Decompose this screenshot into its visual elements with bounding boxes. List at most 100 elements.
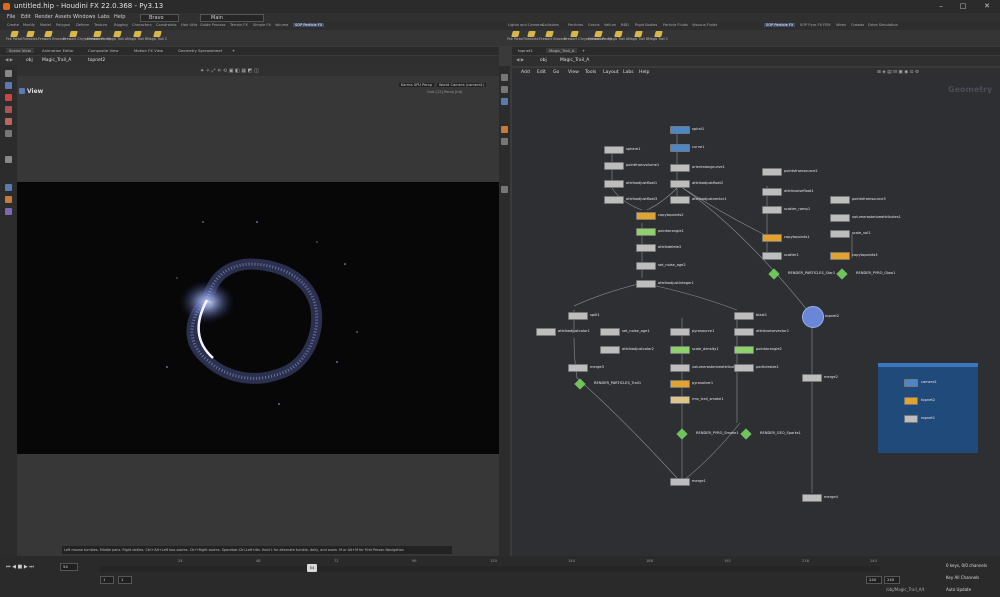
tab-motion-fx-view[interactable]: Motion FX View: [134, 48, 163, 53]
timeline-track[interactable]: 54: [100, 564, 880, 572]
menu-file[interactable]: File: [7, 14, 15, 20]
pointsfromsource3-node[interactable]: [830, 196, 850, 204]
magic-trail-a-tool[interactable]: Magic Trail A: [107, 31, 127, 45]
scale_vol1-node[interactable]: [830, 230, 850, 238]
add-tab-button[interactable]: +: [232, 48, 235, 53]
menu-help[interactable]: Help: [114, 14, 125, 20]
magic-trail-b-tool[interactable]: Magic Trail B: [628, 31, 648, 45]
view-icon[interactable]: [5, 82, 12, 89]
shelf-tab[interactable]: Volume: [275, 23, 288, 27]
rotate-icon[interactable]: [5, 118, 12, 125]
camera1-node[interactable]: [904, 379, 918, 387]
engine-dropdown[interactable]: Bravo: [140, 14, 179, 22]
shelf-tab[interactable]: Create: [7, 23, 19, 27]
shelf-tab[interactable]: Deform: [76, 23, 89, 27]
magic-trail-b-tool[interactable]: Magic Trail B: [127, 31, 147, 45]
attribadjustfloat2-node[interactable]: [670, 180, 690, 188]
firework-chrysanthemum-tool[interactable]: Firework Chrysanthemum: [564, 31, 605, 45]
scale-icon[interactable]: [5, 130, 12, 137]
breadcrumb-obj[interactable]: obj: [26, 58, 33, 63]
shelf-tab[interactable]: Crowds: [851, 23, 864, 27]
network-box[interactable]: camera1 topnet2 ropnet1: [878, 363, 978, 453]
shelf-tab[interactable]: Texture: [94, 23, 107, 27]
set_noise_age2-node[interactable]: [636, 262, 656, 270]
shelf-tab[interactable]: Drive Simulation: [868, 23, 898, 27]
attribadjustvector1-node[interactable]: [670, 196, 690, 204]
attribadjustfloat1-node[interactable]: [604, 180, 624, 188]
magnet-icon[interactable]: [5, 156, 12, 163]
firework-brocade-tool[interactable]: Firework Brocade: [539, 31, 566, 45]
firework-peony-tool[interactable]: Firework Peony: [87, 31, 111, 45]
sphere1-node[interactable]: [604, 146, 624, 154]
spiral1-node[interactable]: [670, 126, 690, 134]
display-option-icon[interactable]: [501, 126, 508, 133]
current-frame-field[interactable]: 54: [60, 563, 78, 571]
set_noise_age1-node[interactable]: [600, 328, 620, 336]
display-option-icon[interactable]: [501, 186, 508, 193]
pointwrangle2-node[interactable]: [734, 346, 754, 354]
playback-controls[interactable]: ⏮ ◀ ■ ▶ ⏭: [6, 564, 34, 570]
camera-dropdown[interactable]: World Camera (camera1): [437, 83, 487, 87]
menu-edit[interactable]: Edit: [21, 14, 31, 20]
pointfromvolume1-node[interactable]: [604, 162, 624, 170]
pyrosource1-node[interactable]: [670, 328, 690, 336]
shelf-tab[interactable]: Modify: [23, 23, 35, 27]
shelf-tab[interactable]: Polygon: [56, 23, 70, 27]
shelf-tab[interactable]: Particles: [568, 23, 583, 27]
shelf-tab[interactable]: Terrain FX: [230, 23, 248, 27]
net-menu-layout[interactable]: Layout: [603, 70, 619, 75]
desktop-dropdown[interactable]: Main: [200, 14, 264, 22]
pose-icon[interactable]: [5, 196, 12, 203]
merge1-node[interactable]: [670, 478, 690, 486]
breadcrumb-magic-trail[interactable]: Magic_Trail_A: [42, 58, 71, 63]
shelf-tab[interactable]: Model: [40, 23, 51, 27]
shelf-tab[interactable]: Collisions: [542, 23, 559, 27]
curve1-node[interactable]: [670, 144, 690, 152]
orientalongcurve1-node[interactable]: [670, 164, 690, 172]
back-arrow-icon[interactable]: ◀ ▶: [516, 58, 524, 63]
snap-icon[interactable]: [5, 184, 12, 191]
net-menu-tools[interactable]: Tools: [585, 70, 596, 75]
attribadjustfloat3-node[interactable]: [604, 196, 624, 204]
scale_density1-node[interactable]: [670, 346, 690, 354]
blast1-node[interactable]: [734, 312, 754, 320]
pointsfromsource2-node[interactable]: [762, 168, 782, 176]
shelf-tab[interactable]: Rigging: [114, 23, 128, 27]
shelf-tab[interactable]: SOP Pyro FX: [800, 23, 822, 27]
shelf-tab[interactable]: Particle Fluids: [663, 23, 688, 27]
tab-magic-trail-a[interactable]: Magic_Trail_A: [546, 48, 578, 53]
close-button[interactable]: ✕: [976, 0, 998, 13]
breadcrumb-obj[interactable]: obj: [540, 58, 547, 63]
split1-node[interactable]: [568, 312, 588, 320]
topnet2-node[interactable]: [802, 306, 824, 328]
shelf-tab[interactable]: Hair Utils: [181, 23, 197, 27]
firework-brocade-tool[interactable]: Firework Brocade: [38, 31, 65, 45]
auto-update[interactable]: Auto Update: [946, 587, 971, 592]
attribadjustinteger1-node[interactable]: [636, 280, 656, 288]
copytopoints1-node[interactable]: [762, 234, 782, 242]
pyrosolver1-node[interactable]: [670, 380, 690, 388]
net-menu-add[interactable]: Add: [521, 70, 530, 75]
handle-icon[interactable]: [5, 94, 12, 101]
menu-assets[interactable]: Assets: [55, 14, 71, 20]
scatter_ramp1-node[interactable]: [762, 206, 782, 214]
display-option-icon[interactable]: [501, 138, 508, 145]
magic-trail-c-tool[interactable]: Magic Trail C: [648, 31, 668, 45]
net-menu-go[interactable]: Go: [553, 70, 559, 75]
key-all-channels[interactable]: Key All Channels: [946, 575, 979, 580]
merge2-node[interactable]: [802, 374, 822, 382]
range-end-field[interactable]: 240: [866, 576, 882, 584]
shelf-tab[interactable]: Rigid Bodies: [635, 23, 657, 27]
topnet2-node[interactable]: [904, 397, 918, 405]
camera-menu[interactable]: Karma XPU Persp: [399, 83, 435, 87]
shelf-tab[interactable]: Wires: [836, 23, 846, 27]
attribadjustcolor2-node[interactable]: [600, 346, 620, 354]
magic-trail-a-tool[interactable]: Magic Trail A: [608, 31, 628, 45]
net-menu-labs[interactable]: Labs: [623, 70, 634, 75]
render-view[interactable]: [17, 182, 499, 454]
playhead[interactable]: 54: [307, 564, 317, 572]
fireworks-tool[interactable]: Fireworks: [20, 31, 40, 45]
attribadjustcolor1-node[interactable]: [536, 328, 556, 336]
tab-animation-editor[interactable]: Animation Editor: [42, 48, 74, 53]
menu-windows[interactable]: Windows: [73, 14, 95, 20]
